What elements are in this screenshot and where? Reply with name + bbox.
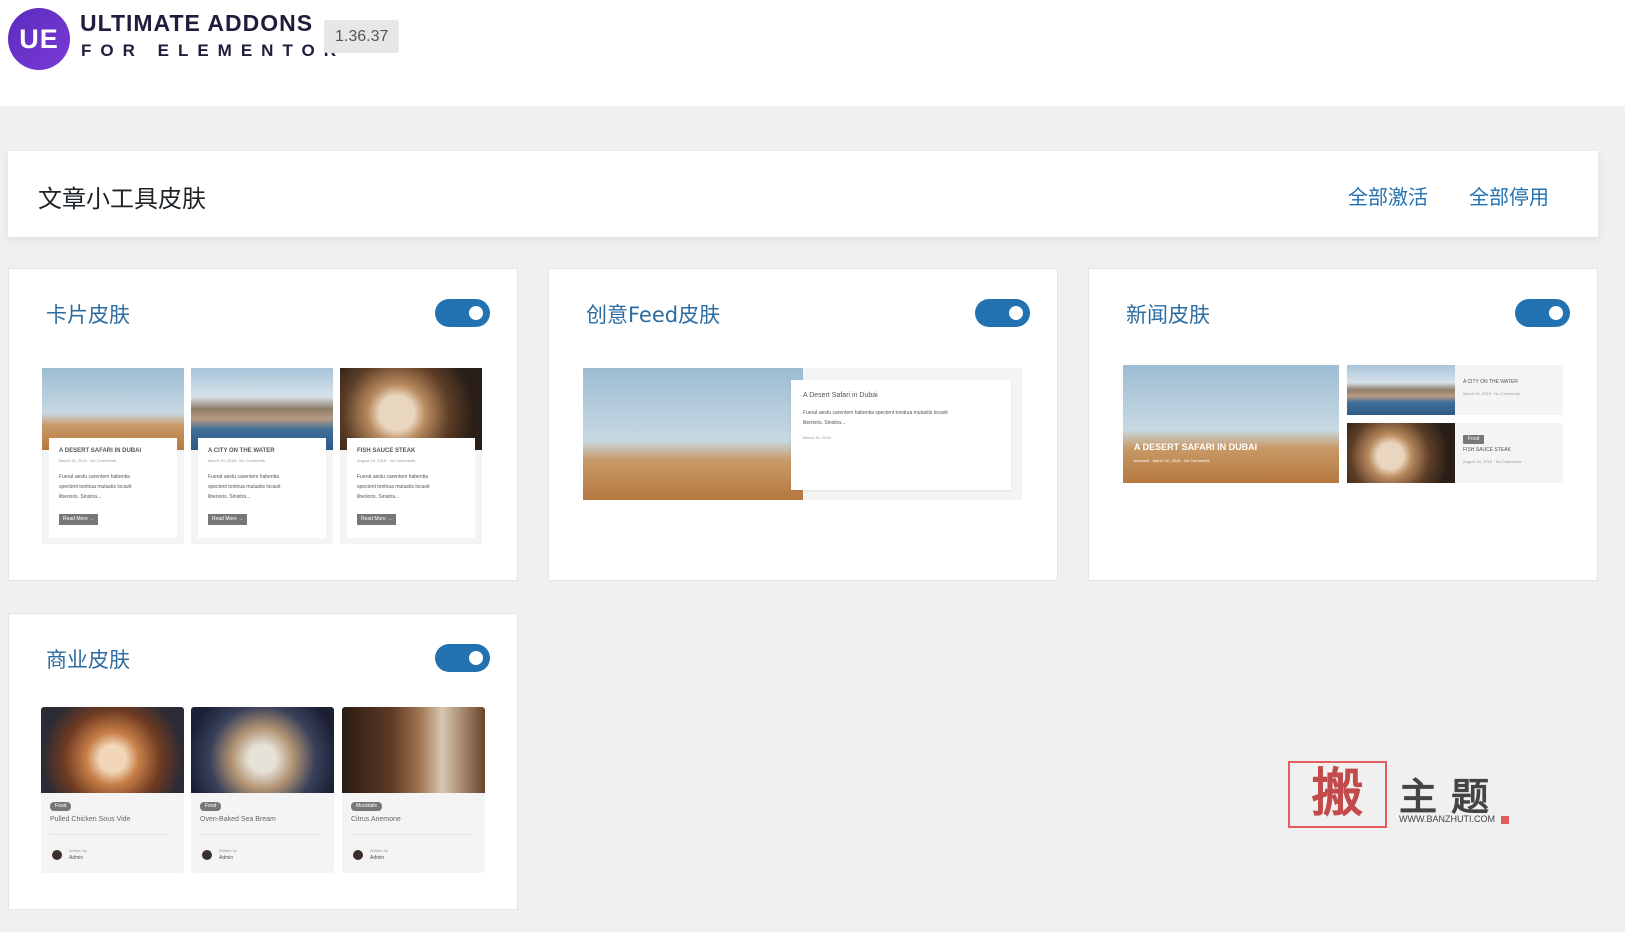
preview-author: Admin xyxy=(69,855,84,861)
preview-post: A CITY ON THE WATER March 30, 2018 · No … xyxy=(191,368,333,544)
news-skin-preview: A DESERT SAFARI IN DUBAI banzhuti · Marc… xyxy=(1123,365,1563,485)
preview-meta: August 16, 2018 · No Comments xyxy=(357,458,416,463)
skin-toggle-business[interactable] xyxy=(435,644,490,672)
preview-content: A DESERT SAFARI IN DUBAI March 30, 2018 … xyxy=(49,438,177,538)
skin-title: 创意Feed皮肤 xyxy=(586,303,721,327)
section-title: 文章小工具皮肤 xyxy=(38,185,206,213)
preview-side-post: Food FISH SAUCE STEAK August 16, 2018 · … xyxy=(1347,423,1563,483)
preview-excerpt: Fuerat aestu carentem habentia xyxy=(208,474,279,480)
skin-title: 新闻皮肤 xyxy=(1126,303,1210,327)
skin-card-card: 卡片皮肤 A DESERT SAFARI IN DUBAI March 30, … xyxy=(8,268,518,581)
preview-post: FISH SAUCE STEAK August 16, 2018 · No Co… xyxy=(340,368,482,544)
preview-excerpt: Fuerat aestu carentem habentia spectent … xyxy=(803,410,948,416)
preview-image xyxy=(41,707,184,793)
preview-divider xyxy=(50,834,170,835)
preview-read-more: Read More → xyxy=(208,514,248,525)
skin-card-business: 商业皮肤 Food Pulled Chicken Sous Vide Writt… xyxy=(8,613,518,910)
preview-post: Mocktails Citrus Anemone Written by Admi… xyxy=(342,707,485,873)
preview-excerpt: spectent tonitrua mutastis locavit xyxy=(357,484,430,490)
watermark-url: WWW.BANZHUTI.COM xyxy=(1399,814,1495,824)
section-header: 文章小工具皮肤 全部激活 全部停用 xyxy=(8,151,1598,237)
preview-excerpt: liberioris. Sinistra... xyxy=(59,494,102,500)
preview-image xyxy=(191,707,334,793)
preview-meta: March 30, 2018 · No Comments xyxy=(59,458,116,463)
preview-excerpt: liberioris. Sinistra... xyxy=(803,420,846,426)
deactivate-all-link[interactable]: 全部停用 xyxy=(1469,181,1549,210)
plugin-logo: UE xyxy=(8,8,70,70)
preview-title: FISH SAUCE STEAK xyxy=(357,448,416,454)
skin-toggle-creative-feed[interactable] xyxy=(975,299,1030,327)
preview-author: Admin xyxy=(219,855,234,861)
preview-excerpt: Fuerat aestu carentem habentia xyxy=(357,474,428,480)
watermark-dot xyxy=(1501,816,1509,824)
business-skin-preview: Food Pulled Chicken Sous Vide Written by… xyxy=(41,707,485,873)
preview-meta: August 16, 2018 · No Comments xyxy=(1463,459,1522,464)
preview-title: Citrus Anemone xyxy=(351,816,401,823)
preview-content: A Desert Safari in Dubai Fuerat aestu ca… xyxy=(791,380,1011,490)
preview-meta: March 30, 2018 · No Comments xyxy=(1463,391,1520,396)
preview-meta: March 30, 2018 · No Comments xyxy=(208,458,265,463)
watermark-text: 主题 xyxy=(1399,775,1504,819)
preview-author: Admin xyxy=(370,855,385,861)
preview-post: Food Oven-Baked Sea Bream Written by Adm… xyxy=(191,707,334,873)
preview-read-more: Read More → xyxy=(357,514,397,525)
preview-divider xyxy=(200,834,320,835)
preview-excerpt: spectent tonitrua mutastis locavit xyxy=(59,484,132,490)
preview-feature-title: A DESERT SAFARI IN DUBAI xyxy=(1134,442,1258,452)
preview-side-post: A CITY ON THE WATER March 30, 2018 · No … xyxy=(1347,365,1563,415)
site-watermark: 搬 主题 WWW.BANZHUTI.COM xyxy=(1288,761,1558,831)
preview-read-more: Read More → xyxy=(59,514,99,525)
brand-subtitle: FOR ELEMENTOR xyxy=(81,41,346,60)
preview-title: Oven-Baked Sea Bream xyxy=(200,816,276,823)
brand-name: ULTIMATE ADDONS xyxy=(80,10,314,36)
preview-tag: Mocktails xyxy=(351,802,382,811)
skin-title: 卡片皮肤 xyxy=(46,303,130,327)
preview-excerpt: spectent tonitrua mutastis locavit xyxy=(208,484,281,490)
preview-title: Pulled Chicken Sous Vide xyxy=(50,816,131,823)
preview-title: A CITY ON THE WATER xyxy=(1463,379,1518,385)
skin-title: 商业皮肤 xyxy=(46,648,130,672)
skin-toggle-card[interactable] xyxy=(435,299,490,327)
preview-tag: Food xyxy=(1463,435,1485,444)
preview-tag: Food xyxy=(200,802,222,811)
skin-toggle-news[interactable] xyxy=(1515,299,1570,327)
preview-excerpt: Fuerat aestu carentem habentia xyxy=(59,474,130,480)
preview-meta: March 30, 2018 xyxy=(803,435,831,440)
skin-card-news: 新闻皮肤 A DESERT SAFARI IN DUBAI banzhuti ·… xyxy=(1088,268,1598,581)
author-avatar xyxy=(202,850,212,860)
preview-title: FISH SAUCE STEAK xyxy=(1463,447,1511,453)
top-header-bar: UE ULTIMATE ADDONS FOR ELEMENTOR 1.36.37 xyxy=(0,0,1625,106)
card-skin-preview: A DESERT SAFARI IN DUBAI March 30, 2018 … xyxy=(42,368,482,544)
preview-image xyxy=(1347,423,1455,483)
preview-post: A DESERT SAFARI IN DUBAI March 30, 2018 … xyxy=(42,368,184,544)
preview-tag: Food xyxy=(50,802,72,811)
author-avatar xyxy=(353,850,363,860)
preview-image xyxy=(1347,365,1455,415)
preview-divider xyxy=(351,834,471,835)
preview-excerpt: liberioris. Sinistra... xyxy=(208,494,251,500)
preview-feature-meta: banzhuti · March 30, 2018 · No Comments xyxy=(1134,458,1210,463)
preview-written-by: Written by xyxy=(219,848,237,853)
preview-written-by: Written by xyxy=(69,848,87,853)
preview-title: A Desert Safari in Dubai xyxy=(803,392,878,399)
preview-written-by: Written by xyxy=(370,848,388,853)
version-badge: 1.36.37 xyxy=(324,20,400,53)
skin-card-creative-feed: 创意Feed皮肤 A Desert Safari in Dubai Fuerat… xyxy=(548,268,1058,581)
preview-post: Food Pulled Chicken Sous Vide Written by… xyxy=(41,707,184,873)
author-avatar xyxy=(52,850,62,860)
creative-feed-preview: A Desert Safari in Dubai Fuerat aestu ca… xyxy=(583,368,1022,500)
preview-title: A CITY ON THE WATER xyxy=(208,448,275,454)
preview-feature-image: A DESERT SAFARI IN DUBAI banzhuti · Marc… xyxy=(1123,365,1339,483)
preview-excerpt: liberioris. Sinistra... xyxy=(357,494,400,500)
preview-title: A DESERT SAFARI IN DUBAI xyxy=(59,448,142,454)
activate-all-link[interactable]: 全部激活 xyxy=(1348,181,1428,210)
preview-image xyxy=(342,707,485,793)
watermark-logo: 搬 xyxy=(1288,761,1387,828)
preview-content: FISH SAUCE STEAK August 16, 2018 · No Co… xyxy=(347,438,475,538)
preview-image xyxy=(583,368,803,500)
preview-content: A CITY ON THE WATER March 30, 2018 · No … xyxy=(198,438,326,538)
